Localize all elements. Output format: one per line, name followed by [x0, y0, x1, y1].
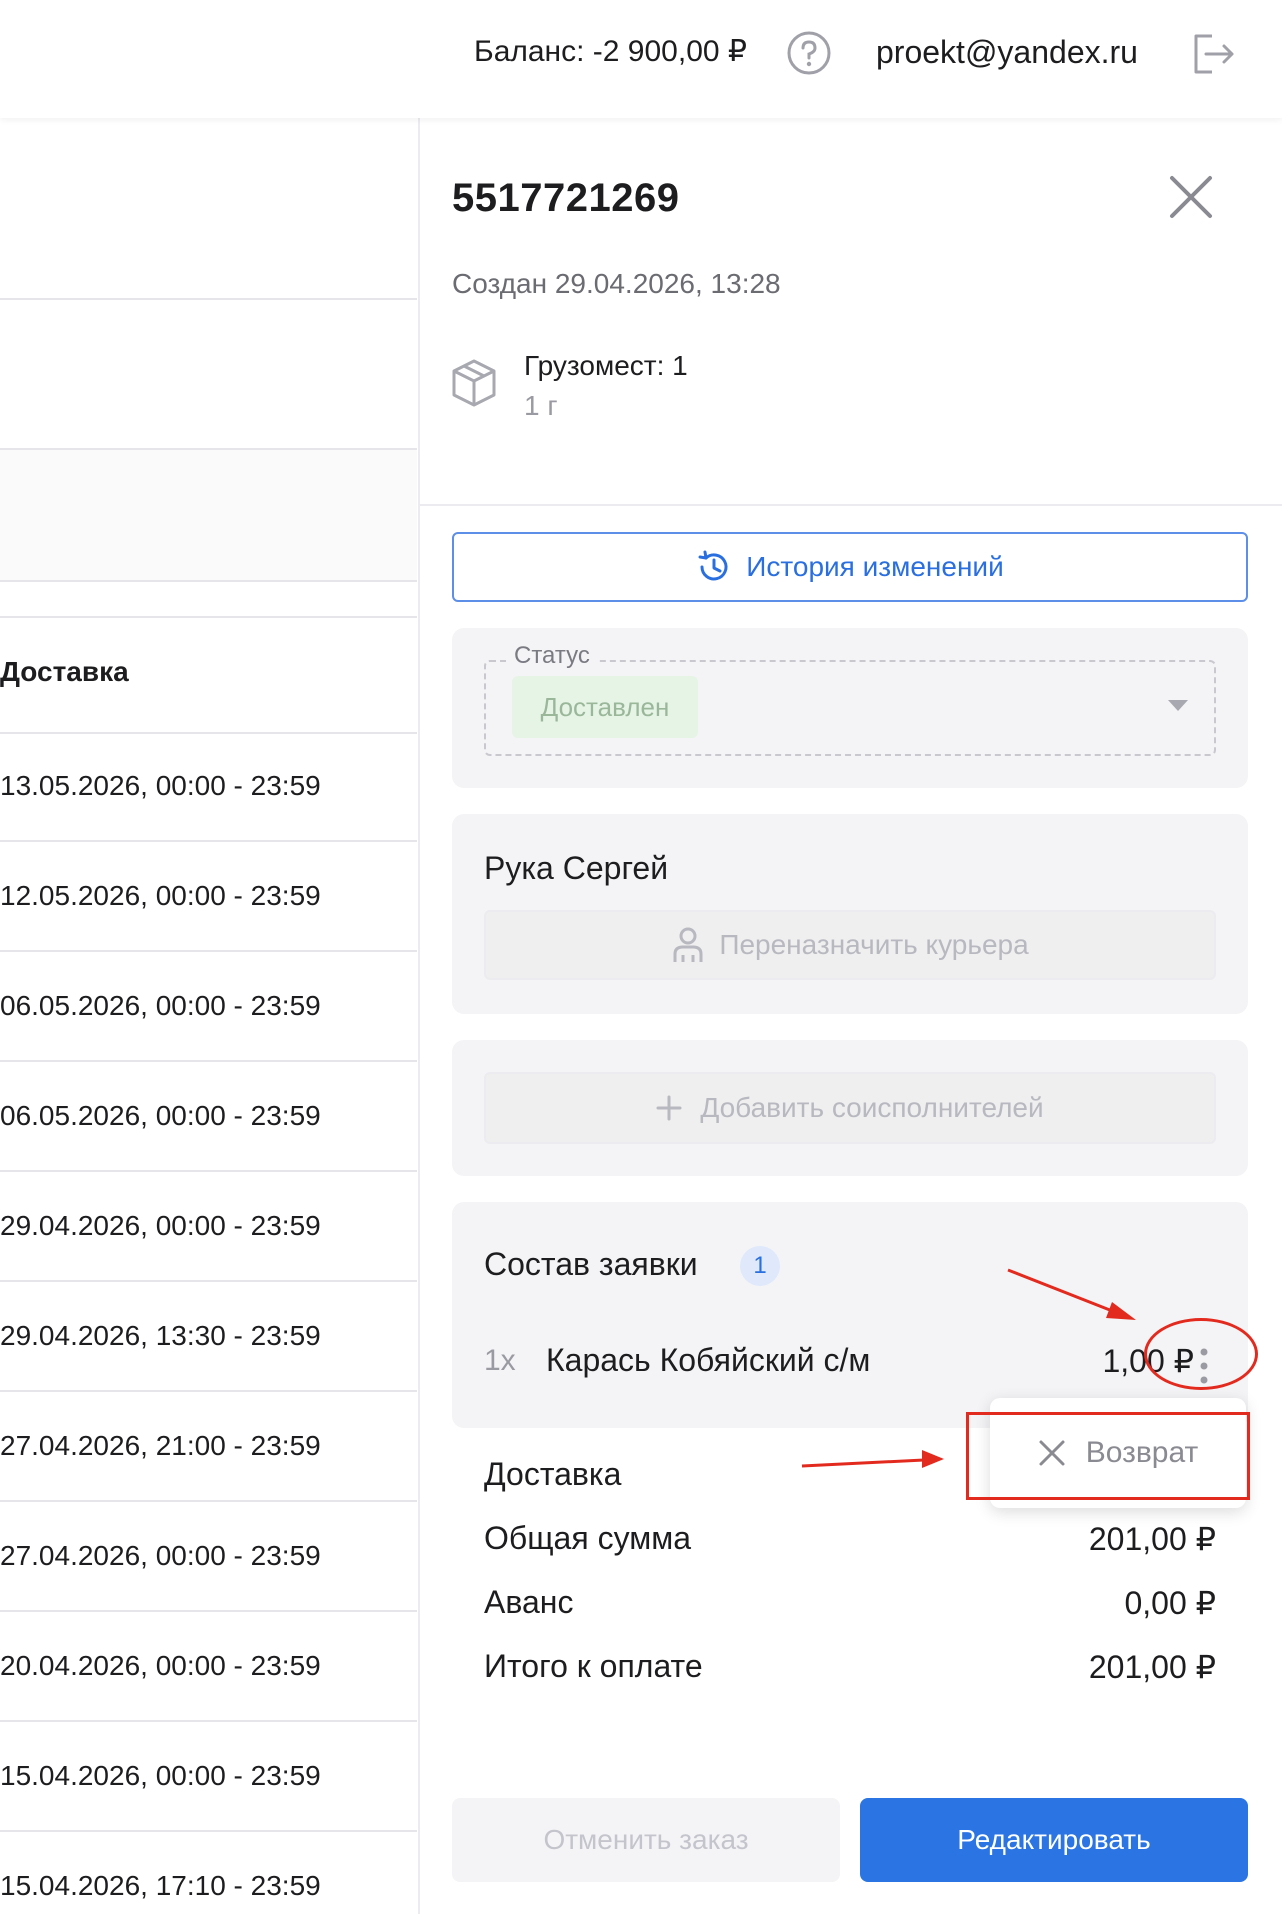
summary-advance-value: 0,00 ₽ — [1124, 1585, 1216, 1621]
order-number: 5517721269 — [452, 176, 680, 220]
logout-icon[interactable] — [1190, 32, 1238, 76]
table-row[interactable]: 20.04.2026, 00:00 - 23:59 — [0, 1612, 417, 1722]
balance-text: Баланс: -2 900,00 ₽ — [474, 35, 747, 68]
annotation-oval — [1144, 1318, 1258, 1390]
package-icon — [452, 359, 496, 407]
co-executors-card: Добавить соисполнителей — [452, 1040, 1248, 1176]
history-label: История изменений — [746, 551, 1004, 582]
add-co-executors-button[interactable]: Добавить соисполнителей — [484, 1072, 1216, 1144]
delivery-cell: 27.04.2026, 21:00 - 23:59 — [0, 1430, 321, 1461]
courier-card: Рука Сергей Переназначить курьера — [452, 814, 1248, 1014]
list-filter-area — [0, 118, 417, 300]
delivery-cell: 20.04.2026, 00:00 - 23:59 — [0, 1650, 321, 1681]
delivery-cell: 15.04.2026, 17:10 - 23:59 — [0, 1870, 321, 1901]
table-row[interactable]: 15.04.2026, 00:00 - 23:59 — [0, 1722, 417, 1832]
add-co-label: Добавить соисполнителей — [700, 1092, 1044, 1123]
close-icon[interactable] — [1168, 174, 1214, 220]
summary-total-row: Общая сумма 201,00 ₽ — [484, 1520, 1216, 1557]
cargo-weight: 1 г — [524, 390, 558, 421]
summary-due-row: Итого к оплате 201,00 ₽ — [484, 1648, 1216, 1685]
divider — [420, 504, 1282, 506]
item-name: Карась Кобяйский с/м — [546, 1342, 871, 1378]
table-row[interactable]: 29.04.2026, 00:00 - 23:59 — [0, 1172, 417, 1282]
status-select[interactable]: Статус Доставлен — [484, 642, 1216, 756]
annotation-rectangle — [966, 1412, 1250, 1500]
table-row[interactable]: 13.05.2026, 00:00 - 23:59 — [0, 732, 417, 842]
list-toolbar-area — [0, 300, 417, 450]
summary-advance-row: Аванс 0,00 ₽ — [484, 1584, 1216, 1621]
table-row[interactable]: 06.05.2026, 00:00 - 23:59 — [0, 1062, 417, 1172]
delivery-cell: 06.05.2026, 00:00 - 23:59 — [0, 990, 321, 1021]
summary-due-value: 201,00 ₽ — [1088, 1649, 1216, 1685]
orders-list: Доставка 13.05.2026, 00:00 - 23:59 12.05… — [0, 118, 417, 1914]
status-card: Статус Доставлен — [452, 628, 1248, 788]
status-legend: Статус — [508, 642, 596, 670]
composition-count-badge: 1 — [740, 1246, 780, 1286]
table-row[interactable]: 27.04.2026, 21:00 - 23:59 — [0, 1392, 417, 1502]
composition-card: Состав заявки 1 1x Карась Кобяйский с/м … — [452, 1202, 1248, 1428]
table-header: Доставка — [0, 616, 417, 734]
footer-actions: Отменить заказ Редактировать — [452, 1798, 1248, 1882]
reassign-label: Переназначить курьера — [719, 929, 1029, 960]
item-quantity: 1x — [484, 1344, 516, 1377]
summary-total-value: 201,00 ₽ — [1088, 1521, 1216, 1557]
user-email[interactable]: proekt@yandex.ru — [876, 34, 1138, 71]
table-row[interactable]: 27.04.2026, 00:00 - 23:59 — [0, 1502, 417, 1612]
delivery-cell: 06.05.2026, 00:00 - 23:59 — [0, 1100, 321, 1131]
created-date: Создан 29.04.2026, 13:28 — [452, 268, 781, 299]
delivery-cell: 12.05.2026, 00:00 - 23:59 — [0, 880, 321, 911]
summary-due-label: Итого к оплате — [484, 1648, 703, 1684]
cargo-count: Грузомест: 1 — [524, 350, 688, 381]
order-details-panel: 5517721269 Создан 29.04.2026, 13:28 Груз… — [418, 118, 1282, 1914]
summary-delivery-label: Доставка — [484, 1456, 622, 1492]
courier-icon — [673, 927, 703, 962]
delivery-cell: 13.05.2026, 00:00 - 23:59 — [0, 770, 321, 801]
history-icon — [698, 550, 728, 581]
column-header-delivery: Доставка — [0, 656, 129, 687]
delivery-cell: 15.04.2026, 00:00 - 23:59 — [0, 1760, 321, 1791]
reassign-courier-button[interactable]: Переназначить курьера — [484, 910, 1216, 980]
plus-icon — [656, 1095, 682, 1121]
edit-button[interactable]: Редактировать — [860, 1798, 1248, 1882]
table-row[interactable]: 29.04.2026, 13:30 - 23:59 — [0, 1282, 417, 1392]
table-row[interactable]: 06.05.2026, 00:00 - 23:59 — [0, 952, 417, 1062]
chevron-down-icon — [1168, 700, 1188, 711]
history-button[interactable]: История изменений — [452, 532, 1248, 602]
summary-total-label: Общая сумма — [484, 1520, 691, 1556]
courier-name: Рука Сергей — [484, 850, 669, 886]
delivery-cell: 27.04.2026, 00:00 - 23:59 — [0, 1540, 321, 1571]
list-tabs-area — [0, 450, 417, 582]
cancel-order-button[interactable]: Отменить заказ — [452, 1798, 840, 1882]
help-icon[interactable] — [786, 30, 832, 76]
top-bar: Баланс: -2 900,00 ₽ proekt@yandex.ru — [0, 0, 1282, 118]
delivery-cell: 29.04.2026, 13:30 - 23:59 — [0, 1320, 321, 1351]
status-badge: Доставлен — [512, 676, 698, 738]
summary-advance-label: Аванс — [484, 1584, 574, 1620]
composition-title: Состав заявки — [484, 1246, 698, 1282]
table-row[interactable]: 12.05.2026, 00:00 - 23:59 — [0, 842, 417, 952]
delivery-cell: 29.04.2026, 00:00 - 23:59 — [0, 1210, 321, 1241]
table-row[interactable]: 15.04.2026, 17:10 - 23:59 — [0, 1832, 417, 1914]
